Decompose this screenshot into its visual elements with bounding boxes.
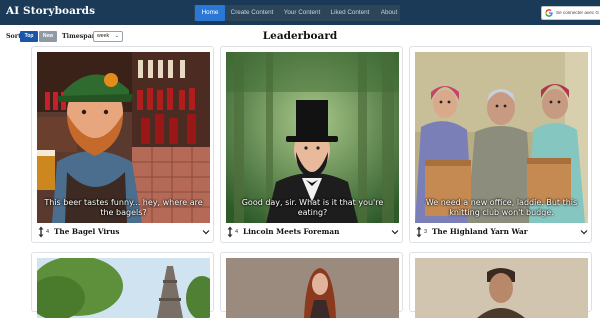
- updown-arrow-icon[interactable]: [415, 226, 423, 238]
- nav-liked-content[interactable]: Liked Content: [328, 5, 372, 21]
- story-image[interactable]: [226, 258, 399, 318]
- nav-create-content[interactable]: Create Content: [228, 5, 276, 21]
- updown-arrow-icon[interactable]: [226, 226, 234, 238]
- story-caption: Good day, sir. What is it that you're ea…: [241, 198, 384, 217]
- top-navbar: AI Storyboards Home Create Content Your …: [0, 0, 600, 25]
- card-footer: 4 Lincoln Meets Foreman: [226, 226, 399, 240]
- chevron-down-icon[interactable]: [391, 228, 399, 236]
- story-card[interactable]: Good day, sir. What is it that you're ea…: [220, 46, 403, 243]
- card-footer: 4 The Bagel Virus: [37, 226, 210, 240]
- vote-count: 4: [46, 229, 50, 235]
- story-title[interactable]: The Bagel Virus: [54, 227, 119, 236]
- story-image[interactable]: [37, 258, 210, 318]
- nav-about[interactable]: About: [376, 5, 402, 21]
- story-image[interactable]: This beer tastes funny... hey, where are…: [37, 52, 210, 223]
- eiffel-park-illustration: [37, 258, 210, 318]
- google-signin-label: Se connecter avec G: [556, 10, 599, 15]
- story-card[interactable]: [31, 252, 214, 318]
- vote-count: 4: [235, 229, 239, 235]
- story-card[interactable]: We need a new office, laddie. But this k…: [409, 46, 592, 243]
- page-title: Leaderboard: [262, 30, 338, 42]
- story-card[interactable]: [409, 252, 592, 318]
- card-footer: 3 The Highland Yarn War: [415, 226, 588, 240]
- chevron-down-icon[interactable]: [580, 228, 588, 236]
- story-image[interactable]: Good day, sir. What is it that you're ea…: [226, 52, 399, 223]
- chevron-down-icon[interactable]: [202, 228, 210, 236]
- vote-count: 3: [424, 229, 428, 235]
- nav-home[interactable]: Home: [195, 5, 225, 21]
- story-title[interactable]: The Highland Yarn War: [432, 227, 528, 236]
- story-image[interactable]: [415, 258, 588, 318]
- nav-your-content[interactable]: Your Content: [280, 5, 324, 21]
- brand-title[interactable]: AI Storyboards: [6, 5, 95, 17]
- story-card[interactable]: [220, 252, 403, 318]
- story-card[interactable]: This beer tastes funny... hey, where are…: [31, 46, 214, 243]
- story-image[interactable]: We need a new office, laddie. But this k…: [415, 52, 588, 223]
- story-title[interactable]: Lincoln Meets Foreman: [243, 227, 339, 236]
- story-caption: This beer tastes funny... hey, where are…: [44, 198, 203, 217]
- google-signin-button[interactable]: Se connecter avec G: [541, 6, 600, 20]
- man-portrait-illustration: [415, 258, 588, 318]
- google-g-icon: [545, 9, 553, 17]
- woman-portrait-illustration: [226, 258, 399, 318]
- story-caption: We need a new office, laddie. But this k…: [425, 198, 578, 217]
- updown-arrow-icon[interactable]: [37, 226, 45, 238]
